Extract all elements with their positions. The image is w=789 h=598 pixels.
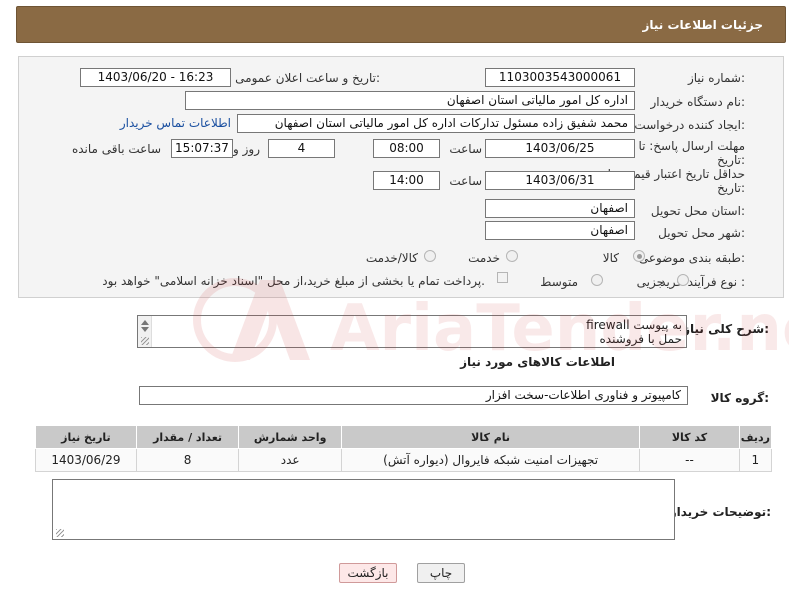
col-goods-name: نام کالا <box>340 425 641 449</box>
page-title: جزئیات اطلاعات نیاز <box>642 18 763 32</box>
col-unit: واحد شمارش <box>238 425 342 449</box>
description-line-1: firewall به پیوست <box>586 318 682 332</box>
goods-table: تاریخ نیاز تعداد / مقدار واحد شمارش نام … <box>35 425 773 472</box>
deadline-time-field: 08:00 <box>373 139 440 158</box>
process-option-minor: جزیی <box>636 275 664 289</box>
cell-unit: عدد <box>238 448 342 472</box>
validity-time-field: 14:00 <box>373 171 440 190</box>
cell-row: 1 <box>738 448 773 472</box>
province-label: استان محل تحویل: <box>650 204 745 218</box>
days-label: روز و <box>233 142 260 156</box>
treasury-payment-note: پرداخت تمام یا بخشی از مبلغ خرید،از محل … <box>102 274 485 288</box>
treasury-payment-checkbox[interactable] <box>497 272 508 283</box>
col-qty: تعداد / مقدار <box>135 425 240 449</box>
need-number-label: شماره نیاز: <box>687 71 745 85</box>
category-radio-goods-service[interactable] <box>424 250 436 262</box>
col-need-date: تاریخ نیاز <box>35 425 137 449</box>
validity-date-field: 1403/06/31 <box>485 171 635 190</box>
deadline-time-label: ساعت <box>449 142 482 156</box>
need-number-field: 1103003543000061 <box>485 68 635 87</box>
process-label: نوع فرآیند خرید : <box>660 275 745 289</box>
col-goods-code: کد کالا <box>639 425 740 449</box>
remaining-time-field: 15:07:37 <box>171 139 233 158</box>
days-field: 4 <box>268 139 335 158</box>
cell-qty: 8 <box>135 448 240 472</box>
process-radio-minor[interactable] <box>677 274 689 286</box>
page-header: جزئیات اطلاعات نیاز <box>16 6 786 43</box>
scroll-down-icon[interactable] <box>141 327 149 332</box>
scroll-up-icon[interactable] <box>141 320 149 325</box>
back-button[interactable]: بازگشت <box>339 563 397 583</box>
category-radio-goods[interactable] <box>633 250 645 262</box>
deadline-date-label: تاریخ: <box>717 153 745 167</box>
col-row: ردیف <box>738 425 773 449</box>
announce-field: 1403/06/20 - 16:23 <box>80 68 231 87</box>
buyer-notes-label: توضیحات خریدار: <box>669 505 771 519</box>
remaining-label: ساعت باقی مانده <box>71 142 161 156</box>
category-option-service: خدمت <box>468 251 500 265</box>
deadline-label: مهلت ارسال پاسخ: تا <box>638 139 745 153</box>
description-textarea[interactable]: firewall به پیوست حمل با فروشنده <box>137 315 687 348</box>
province-field: اصفهان <box>485 199 635 218</box>
process-radio-medium[interactable] <box>591 274 603 286</box>
cell-goods-code: -- <box>639 448 740 472</box>
goods-group-label: گروه کالا: <box>710 391 769 405</box>
table-row: 1403/06/29 8 عدد تجهیزات امنیت شبکه فایر… <box>35 448 773 472</box>
city-label: شهر محل تحویل: <box>658 226 745 240</box>
creator-field: محمد شفیق زاده مسئول تدارکات اداره کل ام… <box>237 114 635 133</box>
category-label: طبقه بندی موضوعی: <box>638 251 745 265</box>
buyer-field: اداره کل امور مالیاتی استان اصفهان <box>185 91 635 110</box>
category-radio-service[interactable] <box>506 250 518 262</box>
validity-time-label: ساعت <box>449 174 482 188</box>
category-option-goods: کالا <box>602 251 619 265</box>
buyer-notes-textarea[interactable] <box>52 479 675 540</box>
buyer-contact-link[interactable]: اطلاعات تماس خریدار <box>120 116 231 130</box>
creator-label: ایجاد کننده درخواست: <box>634 118 745 132</box>
announce-label: تاریخ و ساعت اعلان عمومی: <box>235 71 380 85</box>
goods-table-header: تاریخ نیاز تعداد / مقدار واحد شمارش نام … <box>35 425 773 449</box>
category-option-goods-service: کالا/خدمت <box>365 251 418 265</box>
description-label: شرح کلی نیاز: <box>683 322 769 336</box>
description-line-2: حمل با فروشنده <box>599 332 682 346</box>
description-scrollbar[interactable] <box>138 316 152 347</box>
cell-goods-name: تجهیزات امنیت شبکه فایروال (دیواره آتش) <box>340 448 641 472</box>
goods-section-title: اطلاعات کالاهای مورد نیاز <box>460 355 615 369</box>
buyer-label: نام دستگاه خریدار: <box>650 95 746 109</box>
cell-need-date: 1403/06/29 <box>35 448 137 472</box>
city-field: اصفهان <box>485 221 635 240</box>
deadline-date-field: 1403/06/25 <box>485 139 635 158</box>
print-button[interactable]: چاپ <box>417 563 465 583</box>
process-option-medium: متوسط <box>540 275 578 289</box>
resize-grip-icon[interactable] <box>141 337 149 345</box>
goods-group-field: کامپیوتر و فناوری اطلاعات-سخت افزار <box>139 386 688 405</box>
resize-grip-icon[interactable] <box>56 529 64 537</box>
validity-date-label: تاریخ: <box>717 181 745 195</box>
